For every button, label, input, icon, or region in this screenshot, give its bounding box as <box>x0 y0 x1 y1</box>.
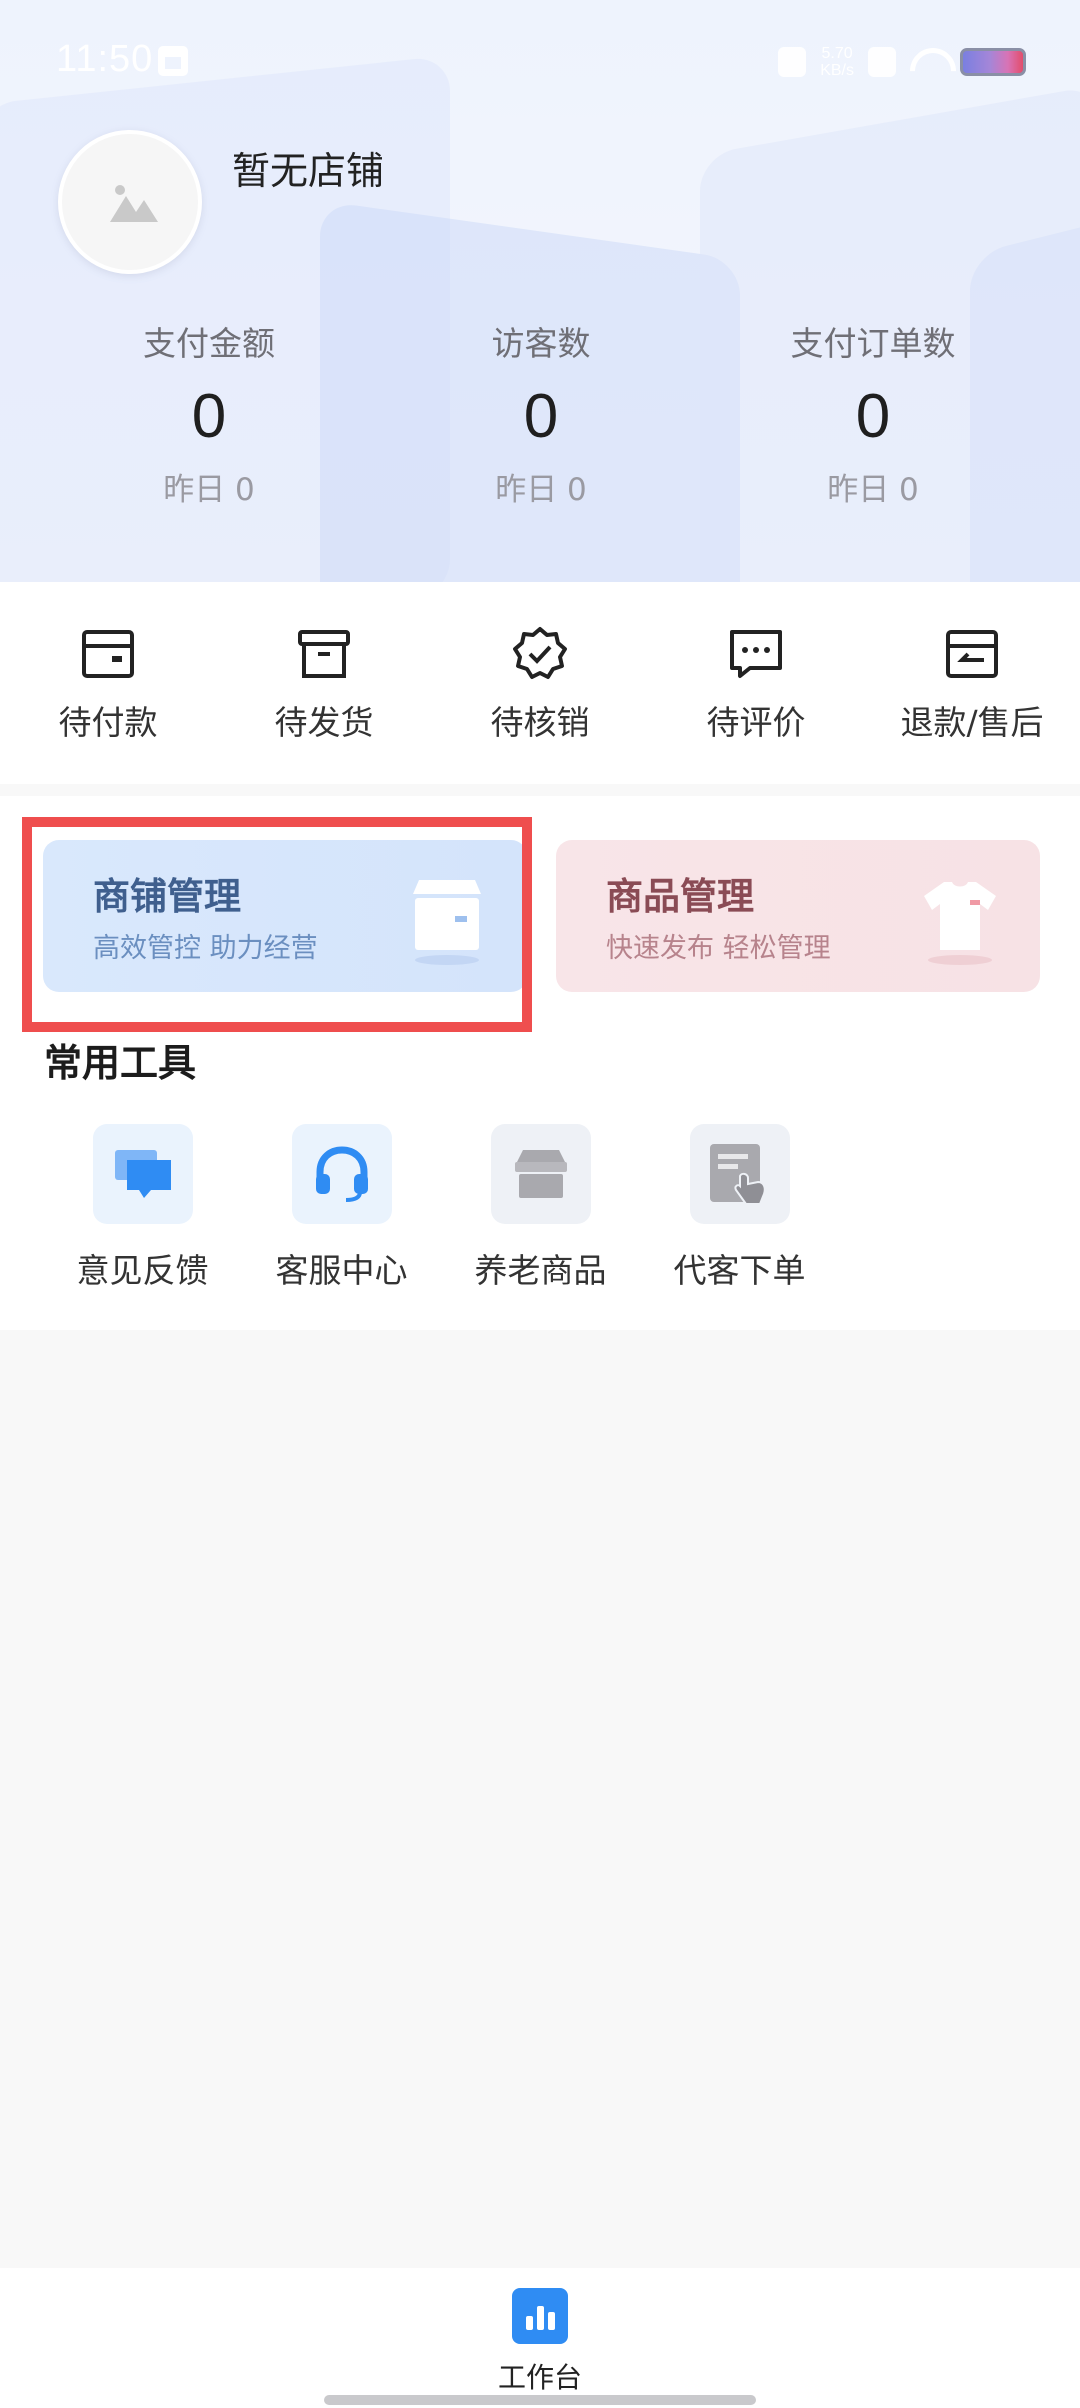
card-title: 商铺管理 <box>93 875 241 918</box>
order-pending-verification[interactable]: 待核销 <box>432 582 648 784</box>
order-label: 待付款 <box>58 703 158 742</box>
battery-icon <box>960 48 1026 76</box>
order-label: 退款/售后 <box>900 703 1044 742</box>
stat-yesterday: 昨日 0 <box>827 472 919 508</box>
order-pending-shipment[interactable]: 待发货 <box>216 582 432 784</box>
store-header: 11:50 5.70 KB/s 暂无店铺 支付金额 0 昨日 0 访客数 0 昨… <box>0 0 1080 582</box>
bottom-nav: 工作台 <box>0 2268 1080 2408</box>
store-avatar[interactable] <box>58 130 202 274</box>
tool-icon-wrap <box>490 1124 591 1224</box>
order-for-customer-icon <box>709 1144 766 1205</box>
wifi-icon <box>910 48 946 76</box>
stat-yesterday: 昨日 0 <box>163 472 255 508</box>
tool-icon-wrap <box>291 1124 392 1224</box>
order-label: 待评价 <box>706 703 806 742</box>
comment-icon <box>730 630 782 678</box>
stat-value: 0 <box>523 382 559 451</box>
sim-icon <box>868 47 896 77</box>
store-management-card[interactable]: 商铺管理 高效管控 助力经营 <box>43 840 527 992</box>
stat-label: 支付订单数 <box>790 324 956 363</box>
order-pending-review[interactable]: 待评价 <box>648 582 864 784</box>
calendar-icon <box>158 46 188 76</box>
shop-icon <box>514 1150 567 1198</box>
stats-row: 支付金额 0 昨日 0 访客数 0 昨日 0 支付订单数 0 昨日 0 <box>0 320 1080 514</box>
order-label: 待发货 <box>274 703 374 742</box>
stat-paid-orders[interactable]: 支付订单数 0 昨日 0 <box>707 320 1039 514</box>
tool-feedback[interactable]: 意见反馈 <box>43 1124 242 1292</box>
tools-title: 常用工具 <box>44 1041 197 1085</box>
tool-order-for-customer[interactable]: 代客下单 <box>640 1124 839 1292</box>
tool-elderly-goods[interactable]: 养老商品 <box>441 1124 640 1292</box>
card-subtitle: 快速发布 轻松管理 <box>606 933 831 964</box>
goods-management-card[interactable]: 商品管理 快速发布 轻松管理 <box>556 840 1040 992</box>
refund-icon <box>946 630 998 678</box>
net-speed-value: 5.70 <box>821 45 853 62</box>
box-icon <box>298 630 350 678</box>
feedback-icon <box>114 1150 171 1198</box>
wallet-icon <box>82 630 134 678</box>
verified-badge-icon <box>513 627 567 679</box>
headset-icon <box>315 1146 368 1202</box>
stat-label: 访客数 <box>491 324 591 363</box>
tool-icon-wrap <box>689 1124 790 1224</box>
card-subtitle: 高效管控 助力经营 <box>93 933 318 964</box>
silent-icon <box>778 47 807 77</box>
tool-label: 代客下单 <box>673 1251 806 1290</box>
order-status-row: 待付款 待发货 待核销 待评价 退款/售后 <box>0 582 1080 784</box>
nav-label: 工作台 <box>497 2361 582 2394</box>
tshirt-icon <box>924 882 996 965</box>
order-refund-aftersale[interactable]: 退款/售后 <box>864 582 1080 784</box>
tool-label: 客服中心 <box>275 1251 408 1290</box>
stat-value: 0 <box>191 382 227 451</box>
tool-label: 意见反馈 <box>76 1251 209 1290</box>
tool-label: 养老商品 <box>474 1251 607 1290</box>
stat-visitors[interactable]: 访客数 0 昨日 0 <box>375 320 707 514</box>
order-pending-payment[interactable]: 待付款 <box>0 582 216 784</box>
status-icons: 5.70 KB/s <box>778 40 1026 84</box>
stat-value: 0 <box>855 382 891 451</box>
stat-label: 支付金额 <box>143 324 275 363</box>
store-name[interactable]: 暂无店铺 <box>232 140 384 195</box>
image-placeholder-icon <box>110 185 158 222</box>
tool-customer-service[interactable]: 客服中心 <box>242 1124 441 1292</box>
stat-payment-amount[interactable]: 支付金额 0 昨日 0 <box>43 320 375 514</box>
status-bar: 11:50 5.70 KB/s <box>0 0 1080 126</box>
net-speed-unit: KB/s <box>820 62 854 79</box>
card-title: 商品管理 <box>606 875 754 918</box>
order-label: 待核销 <box>490 703 590 742</box>
tools-row: 意见反馈 客服中心 养老商品 代客下单 <box>43 1124 839 1292</box>
status-time: 11:50 <box>56 38 154 80</box>
home-indicator[interactable] <box>324 2395 756 2405</box>
tool-icon-wrap <box>92 1124 193 1224</box>
net-speed: 5.70 KB/s <box>820 45 854 79</box>
bar-chart-icon <box>512 2288 568 2344</box>
nav-workbench[interactable]: 工作台 <box>490 2288 590 2396</box>
storefront-icon <box>413 880 481 965</box>
stat-yesterday: 昨日 0 <box>495 472 587 508</box>
